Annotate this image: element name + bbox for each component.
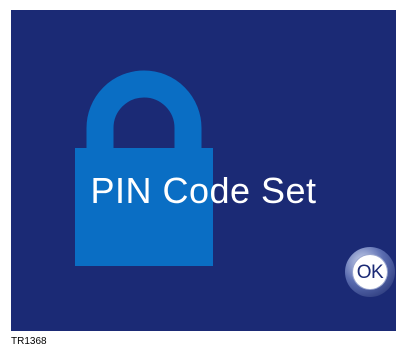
display-screen: PIN Code Set OK	[11, 10, 396, 331]
ok-button[interactable]: OK	[345, 247, 395, 297]
pin-code-set-message: PIN Code Set	[90, 170, 317, 211]
padlock-shackle	[86, 70, 202, 152]
ok-button-face[interactable]: OK	[353, 255, 387, 289]
ok-button-label: OK	[356, 261, 384, 283]
figure-frame: PIN Code Set OK TR1368	[0, 0, 409, 352]
figure-reference-code: TR1368	[11, 336, 47, 347]
